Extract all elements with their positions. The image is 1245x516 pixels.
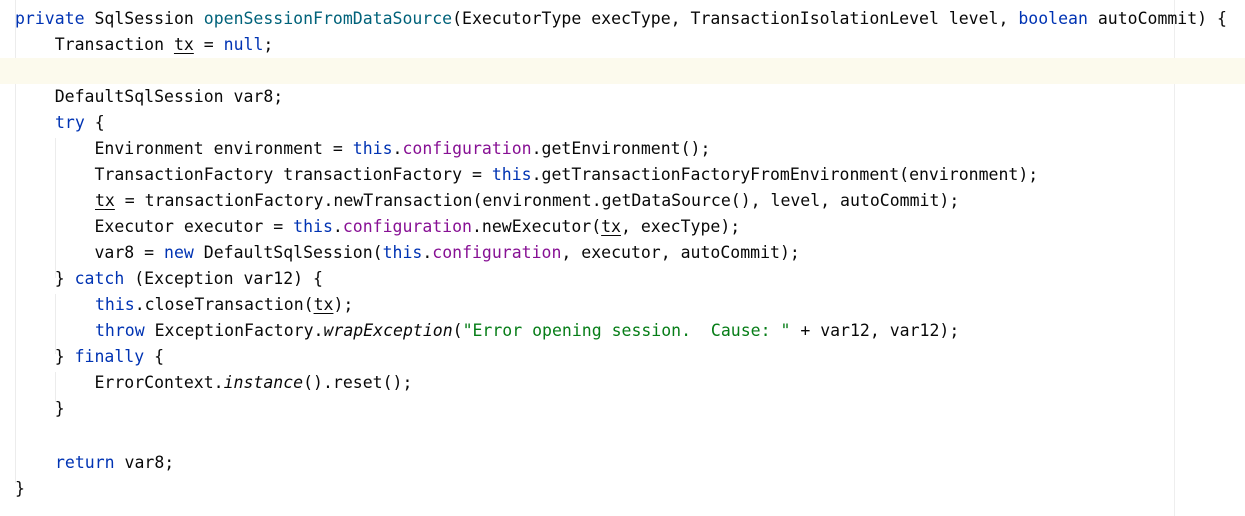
code-line-13[interactable]: throw ExceptionFactory.wrapException("Er… [0, 318, 1245, 344]
code-line-12[interactable]: this.closeTransaction(tx); [0, 292, 1245, 318]
keyword: this [293, 217, 333, 236]
static-method-call: instance [223, 373, 304, 392]
code-line-16[interactable]: } [0, 396, 1245, 422]
code-text: ExceptionFactory. [144, 321, 324, 340]
code-line-4[interactable]: DefaultSqlSession var8; [0, 84, 1245, 110]
code-line-1[interactable]: private SqlSession openSessionFromDataSo… [0, 6, 1245, 32]
keyword: this [352, 139, 393, 158]
code-line-18[interactable]: return var8; [0, 450, 1245, 476]
keyword: new [164, 243, 194, 262]
code-text: ; [263, 35, 274, 54]
keyword: null [223, 35, 264, 54]
code-text: , execType); [621, 217, 741, 236]
code-line-19[interactable]: } [0, 476, 1245, 502]
code-text: ().reset(); [303, 373, 413, 392]
code-text: var8; [114, 453, 175, 472]
keyword: catch [74, 269, 125, 288]
code-text: Environment environment = [15, 139, 353, 158]
reassigned-variable: tx [95, 191, 115, 210]
code-text: .closeTransaction( [134, 295, 314, 314]
code-text: TransactionFactory transactionFactory = [15, 165, 492, 184]
code-line-11[interactable]: } catch (Exception var12) { [0, 266, 1245, 292]
keyword: return [55, 453, 115, 472]
code-text: DefaultSqlSession var8; [15, 87, 284, 106]
keyword: try [55, 113, 85, 132]
code-text: } [15, 399, 65, 418]
code-text: { [144, 347, 165, 366]
code-line-2[interactable]: Transaction tx = null; [0, 32, 1245, 58]
code-text: , executor, autoCommit); [561, 243, 800, 262]
code-line-9[interactable]: Executor executor = this.configuration.n… [0, 214, 1245, 240]
field-reference: configuration [432, 243, 562, 262]
code-line-3-current[interactable] [0, 58, 1245, 84]
reassigned-variable: tx [313, 295, 334, 314]
reassigned-variable: tx [601, 217, 621, 236]
keyword: this [382, 243, 423, 262]
keyword: boolean [1018, 9, 1088, 28]
code-text: var8 = [15, 243, 165, 262]
code-text: Executor executor = [15, 217, 294, 236]
code-line-5[interactable]: try { [0, 110, 1245, 136]
code-text: Transaction [15, 35, 174, 54]
code-line-8[interactable]: tx = transactionFactory.newTransaction(e… [0, 188, 1245, 214]
code-text: ErrorContext. [15, 373, 224, 392]
code-line-10[interactable]: var8 = new DefaultSqlSession(this.config… [0, 240, 1245, 266]
code-text: { [84, 113, 105, 132]
code-text: ); [333, 295, 354, 314]
code-text: ( [452, 321, 463, 340]
string-literal: "Error opening session. Cause: " [462, 321, 791, 340]
code-line-17[interactable] [0, 422, 1245, 448]
code-text: .getTransactionFactoryFromEnvironment(en… [531, 165, 1039, 184]
field-reference: configuration [402, 139, 532, 158]
code-text: } [15, 347, 75, 366]
code-text: .newExecutor( [471, 217, 602, 236]
static-method-call: wrapException [323, 321, 453, 340]
keyword: throw [95, 321, 145, 340]
code-text: + var12, var12); [790, 321, 960, 340]
code-line-15[interactable]: ErrorContext.instance().reset(); [0, 370, 1245, 396]
field-reference: configuration [342, 217, 472, 236]
code-text: (ExecutorType execType, TransactionIsola… [452, 9, 1019, 28]
code-line-7[interactable]: TransactionFactory transactionFactory = … [0, 162, 1245, 188]
keyword: this [95, 295, 135, 314]
code-text: (Exception var12) { [124, 269, 323, 288]
keyword: private [15, 9, 85, 28]
code-text: autoCommit) { [1087, 9, 1227, 28]
code-text: } [15, 269, 75, 288]
keyword: this [491, 165, 532, 184]
code-text: = [193, 35, 224, 54]
code-text: DefaultSqlSession( [193, 243, 383, 262]
code-editor[interactable]: private SqlSession openSessionFromDataSo… [0, 0, 1245, 516]
code-text: . [392, 139, 403, 158]
code-text: SqlSession [84, 9, 204, 28]
reassigned-variable: tx [173, 35, 194, 54]
method-name: openSessionFromDataSource [203, 9, 453, 28]
code-text: } [15, 479, 25, 498]
keyword: finally [74, 347, 145, 366]
code-text: . [332, 217, 343, 236]
code-text: = transactionFactory.newTransaction(envi… [114, 191, 960, 210]
code-text: . [422, 243, 433, 262]
code-text: .getEnvironment(); [531, 139, 711, 158]
code-line-14[interactable]: } finally { [0, 344, 1245, 370]
code-line-6[interactable]: Environment environment = this.configura… [0, 136, 1245, 162]
